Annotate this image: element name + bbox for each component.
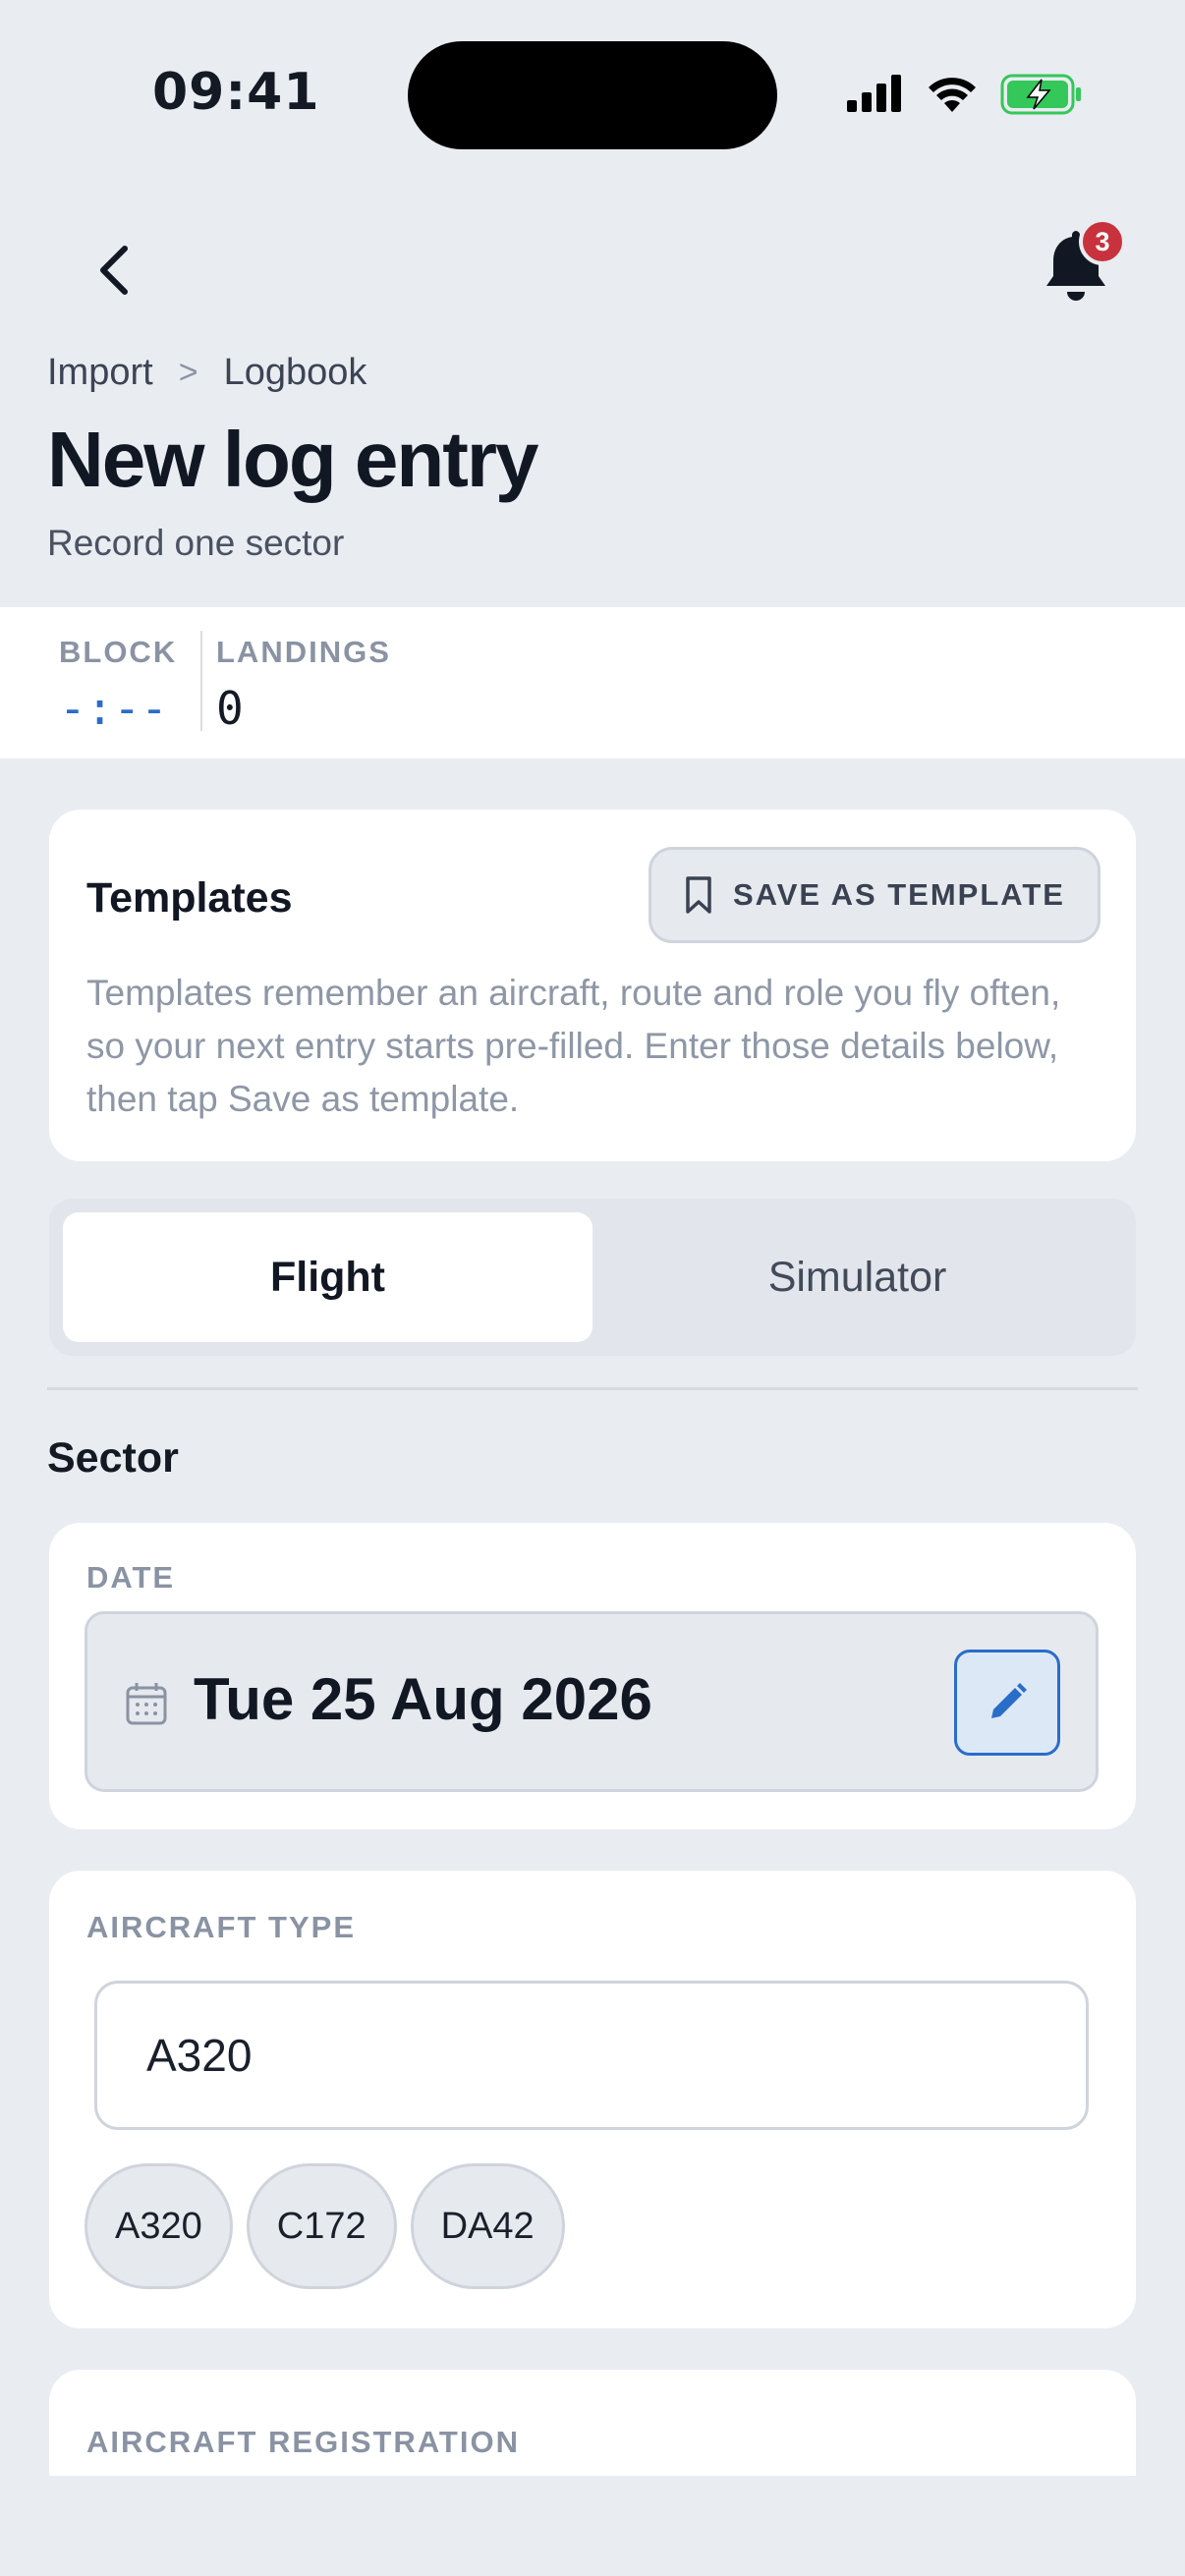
status-icons [845, 71, 1083, 118]
entry-mode-toggle: Flight Simulator [49, 1199, 1136, 1356]
bookmark-icon [686, 876, 711, 914]
breadcrumb: Import > Logbook [47, 352, 367, 394]
page-subtitle: Record one sector [47, 523, 345, 563]
notification-badge: 3 [1079, 218, 1126, 265]
aircraft-suggestions: A320 C172 DA42 [85, 2163, 565, 2289]
edit-date-button[interactable] [954, 1650, 1060, 1756]
block-label: BLOCK [59, 635, 178, 669]
date-card: DATE Tue 25 Aug 2026 [49, 1523, 1136, 1829]
save-as-template-button[interactable]: SAVE AS TEMPLATE [649, 847, 1100, 943]
tab-simulator[interactable]: Simulator [592, 1212, 1122, 1342]
aircraft-type-input[interactable]: A320 [94, 1981, 1089, 2130]
back-button[interactable] [79, 236, 147, 305]
chevron-right-icon: > [178, 354, 198, 391]
templates-description: Templates remember an aircraft, route an… [86, 973, 1061, 1119]
block-stat: BLOCK -:-- [59, 635, 177, 735]
breadcrumb-logbook[interactable]: Logbook [224, 352, 367, 394]
landings-label: LANDINGS [216, 635, 391, 669]
cellular-signal-icon [847, 75, 901, 112]
dynamic-island [408, 41, 777, 149]
calendar-icon [126, 1683, 167, 1725]
templates-heading: Templates [86, 874, 293, 922]
stats-strip: BLOCK -:-- LANDINGS 0 [0, 607, 1185, 758]
section-divider [47, 1387, 1138, 1390]
wifi-icon [929, 78, 976, 112]
landings-value: 0 [216, 682, 244, 735]
date-field[interactable]: Tue 25 Aug 2026 [85, 1611, 1099, 1792]
battery-charging-icon [1000, 74, 1081, 115]
aircraft-registration-card: AIRCRAFT REGISTRATION [49, 2370, 1136, 2476]
landings-stat: LANDINGS 0 [216, 635, 391, 735]
stat-divider [200, 631, 202, 731]
sector-section-title: Sector [47, 1434, 179, 1482]
aircraft-type-label: AIRCRAFT TYPE [86, 1910, 356, 1944]
aircraft-registration-label: AIRCRAFT REGISTRATION [86, 2425, 520, 2459]
breadcrumb-import[interactable]: Import [47, 352, 153, 394]
date-value: Tue 25 Aug 2026 [194, 1666, 652, 1732]
back-arrow-icon [100, 246, 128, 295]
status-bar: 09:41 [0, 0, 1185, 167]
date-label: DATE [86, 1560, 176, 1595]
aircraft-chip-da42[interactable]: DA42 [410, 2163, 565, 2289]
block-value: -:-- [59, 682, 168, 735]
aircraft-chip-c172[interactable]: C172 [246, 2163, 397, 2289]
aircraft-chip-a320[interactable]: A320 [85, 2163, 233, 2289]
templates-card: Templates SAVE AS TEMPLATE Templates rem… [49, 810, 1136, 1161]
aircraft-type-card: AIRCRAFT TYPE A320 A320 C172 DA42 [49, 1871, 1136, 2328]
save-as-template-label: SAVE AS TEMPLATE [732, 877, 1065, 912]
status-time: 09:41 [152, 63, 320, 122]
tab-flight[interactable]: Flight [63, 1212, 592, 1342]
pencil-icon [991, 1683, 1027, 1718]
page-title: New log entry [47, 416, 539, 503]
